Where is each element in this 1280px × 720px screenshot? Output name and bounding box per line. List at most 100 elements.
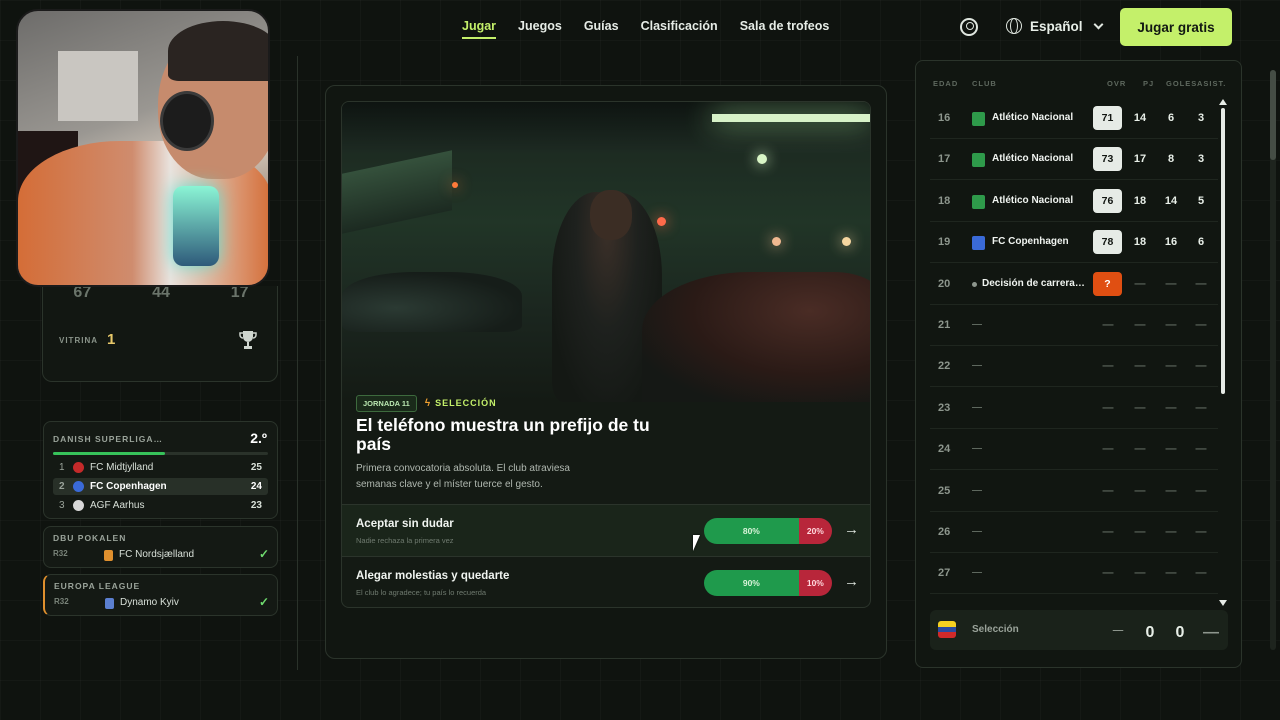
left-column-divider	[297, 56, 298, 670]
career-pj: —	[1134, 443, 1146, 456]
career-club[interactable]: Decisión de carrera…	[982, 278, 1085, 289]
headphones-icon	[160, 91, 214, 151]
option-title: Aceptar sin dudar	[356, 518, 454, 530]
career-ovr: —	[1102, 526, 1114, 538]
league-card[interactable]: DANISH SUPERLIGA… 2.º 1 FC Midtjylland 2…	[43, 421, 278, 519]
globe-icon	[1006, 18, 1022, 34]
career-age: 19	[938, 236, 951, 249]
career-goals: 6	[1167, 112, 1175, 124]
scrollbar-thumb[interactable]	[1221, 108, 1225, 394]
career-goals: —	[1165, 567, 1177, 580]
nav-jugar[interactable]: Jugar	[462, 19, 497, 39]
career-age: 24	[938, 443, 951, 456]
career-age: 25	[938, 484, 951, 497]
webcam-background	[58, 51, 138, 121]
career-age: 21	[938, 319, 951, 331]
user-icon[interactable]	[960, 18, 978, 36]
career-ovr: —	[1102, 360, 1114, 373]
career-assists: 5	[1197, 194, 1205, 207]
option-vote-bar: 90% 10%	[704, 570, 832, 596]
option-decline[interactable]: Alegar molestias y quedarte El club lo a…	[342, 556, 870, 607]
career-pj: —	[1134, 526, 1146, 538]
league-row: 1 FC Midtjylland 25	[53, 459, 268, 476]
league-position: 2.º	[250, 430, 267, 446]
career-assists: —	[1195, 443, 1207, 456]
pending-dot-icon	[972, 281, 977, 287]
career-goals: 8	[1167, 153, 1175, 166]
cup-card-europa[interactable]: EUROPA LEAGUE R32 Dynamo Kyiv ✓	[43, 574, 278, 616]
career-row: 26 — — — — —	[930, 513, 1218, 553]
selection-ovr: —	[1112, 624, 1124, 636]
league-row-team: AGF Aarhus	[90, 500, 145, 511]
selection-assists: —	[1203, 624, 1219, 641]
check-icon: ✓	[258, 547, 269, 561]
career-club: Atlético Nacional	[992, 194, 1074, 206]
nav-guias[interactable]: Guías	[584, 19, 619, 39]
career-pj: —	[1134, 319, 1146, 331]
vitrina-label: VITRINA	[59, 336, 98, 345]
event-title: El teléfono muestra un prefijo de tu paí…	[356, 415, 650, 454]
play-free-button[interactable]: Jugar gratis	[1120, 8, 1232, 46]
cup-card-dbu[interactable]: DBU POKALEN R32 FC Nordsjælland ✓	[43, 526, 278, 568]
page-scrollbar[interactable]	[1270, 70, 1276, 650]
selection-row[interactable]: Selección — 0 0 —	[930, 610, 1228, 650]
career-row: 17 Atlético Nacional 73 17 8 3	[930, 140, 1218, 181]
option-accept[interactable]: Aceptar sin dudar Nadie rechaza la prime…	[342, 504, 870, 556]
scene-roof	[342, 102, 870, 152]
team-crest-icon	[73, 500, 84, 511]
nav-sala-trofeos[interactable]: Sala de trofeos	[740, 19, 830, 39]
career-pj: 14	[1133, 112, 1147, 124]
scene-lamp	[657, 217, 666, 226]
team-crest-icon	[73, 481, 84, 492]
career-age: 23	[938, 401, 951, 414]
nav-clasificacion[interactable]: Clasificación	[641, 19, 718, 39]
career-goals: —	[1165, 443, 1177, 456]
career-goals: —	[1165, 484, 1177, 497]
chevron-down-icon	[1093, 19, 1103, 29]
check-icon: ✓	[258, 595, 269, 609]
scroll-up-icon[interactable]	[1219, 99, 1227, 105]
page-scrollbar-thumb[interactable]	[1270, 70, 1276, 160]
league-row-pts: 23	[250, 500, 262, 511]
league-row-team: FC Midtjylland	[90, 462, 154, 473]
league-row-pos: 2	[59, 481, 65, 492]
career-goals: —	[1165, 526, 1177, 538]
career-ovr: —	[1102, 319, 1114, 331]
scene-cars	[342, 272, 522, 332]
event-card: JORNADA 11 ϟ SELECCIÓN El teléfono muestr…	[341, 101, 871, 608]
career-row: 21 — — — — —	[930, 306, 1218, 346]
nav-juegos[interactable]: Juegos	[518, 19, 562, 39]
scroll-down-icon[interactable]	[1219, 600, 1227, 606]
career-club: —	[972, 401, 982, 413]
team-crest-icon	[105, 598, 114, 609]
career-assists: —	[1195, 277, 1207, 290]
career-assists: —	[1195, 319, 1207, 331]
scene-lamp	[772, 237, 781, 246]
cup-round: R32	[53, 549, 68, 558]
event-illustration	[342, 102, 870, 402]
career-assists: —	[1195, 567, 1207, 580]
microphone-icon	[173, 186, 219, 266]
league-row-team: FC Copenhagen	[90, 481, 167, 492]
league-progress-bar	[53, 452, 268, 455]
career-assists: 3	[1197, 112, 1205, 124]
vitrina-count: 1	[107, 331, 116, 348]
career-row: 19 FC Copenhagen 78 18 16 6	[930, 223, 1218, 264]
header-pj: PJ	[1143, 79, 1155, 88]
vote-yes-percent: 90%	[704, 570, 799, 596]
league-row-pos: 1	[59, 462, 65, 473]
bolt-icon: ϟ	[424, 398, 432, 409]
career-pj: —	[1134, 360, 1146, 373]
career-ovr: —	[1102, 443, 1114, 456]
career-ovr: ?	[1093, 271, 1122, 296]
header-assists: ASIST.	[1197, 79, 1227, 88]
career-pj: 18	[1133, 236, 1147, 249]
career-row: 18 Atlético Nacional 76 18 14 5	[930, 182, 1218, 222]
career-assists: —	[1195, 526, 1207, 538]
language-selector[interactable]: Español	[1006, 18, 1103, 34]
league-row-pos: 3	[59, 500, 65, 511]
career-pj: 17	[1133, 153, 1147, 166]
career-assists: 3	[1197, 153, 1205, 166]
mouse-cursor-icon	[693, 535, 707, 551]
option-title: Alegar molestias y quedarte	[356, 570, 510, 582]
